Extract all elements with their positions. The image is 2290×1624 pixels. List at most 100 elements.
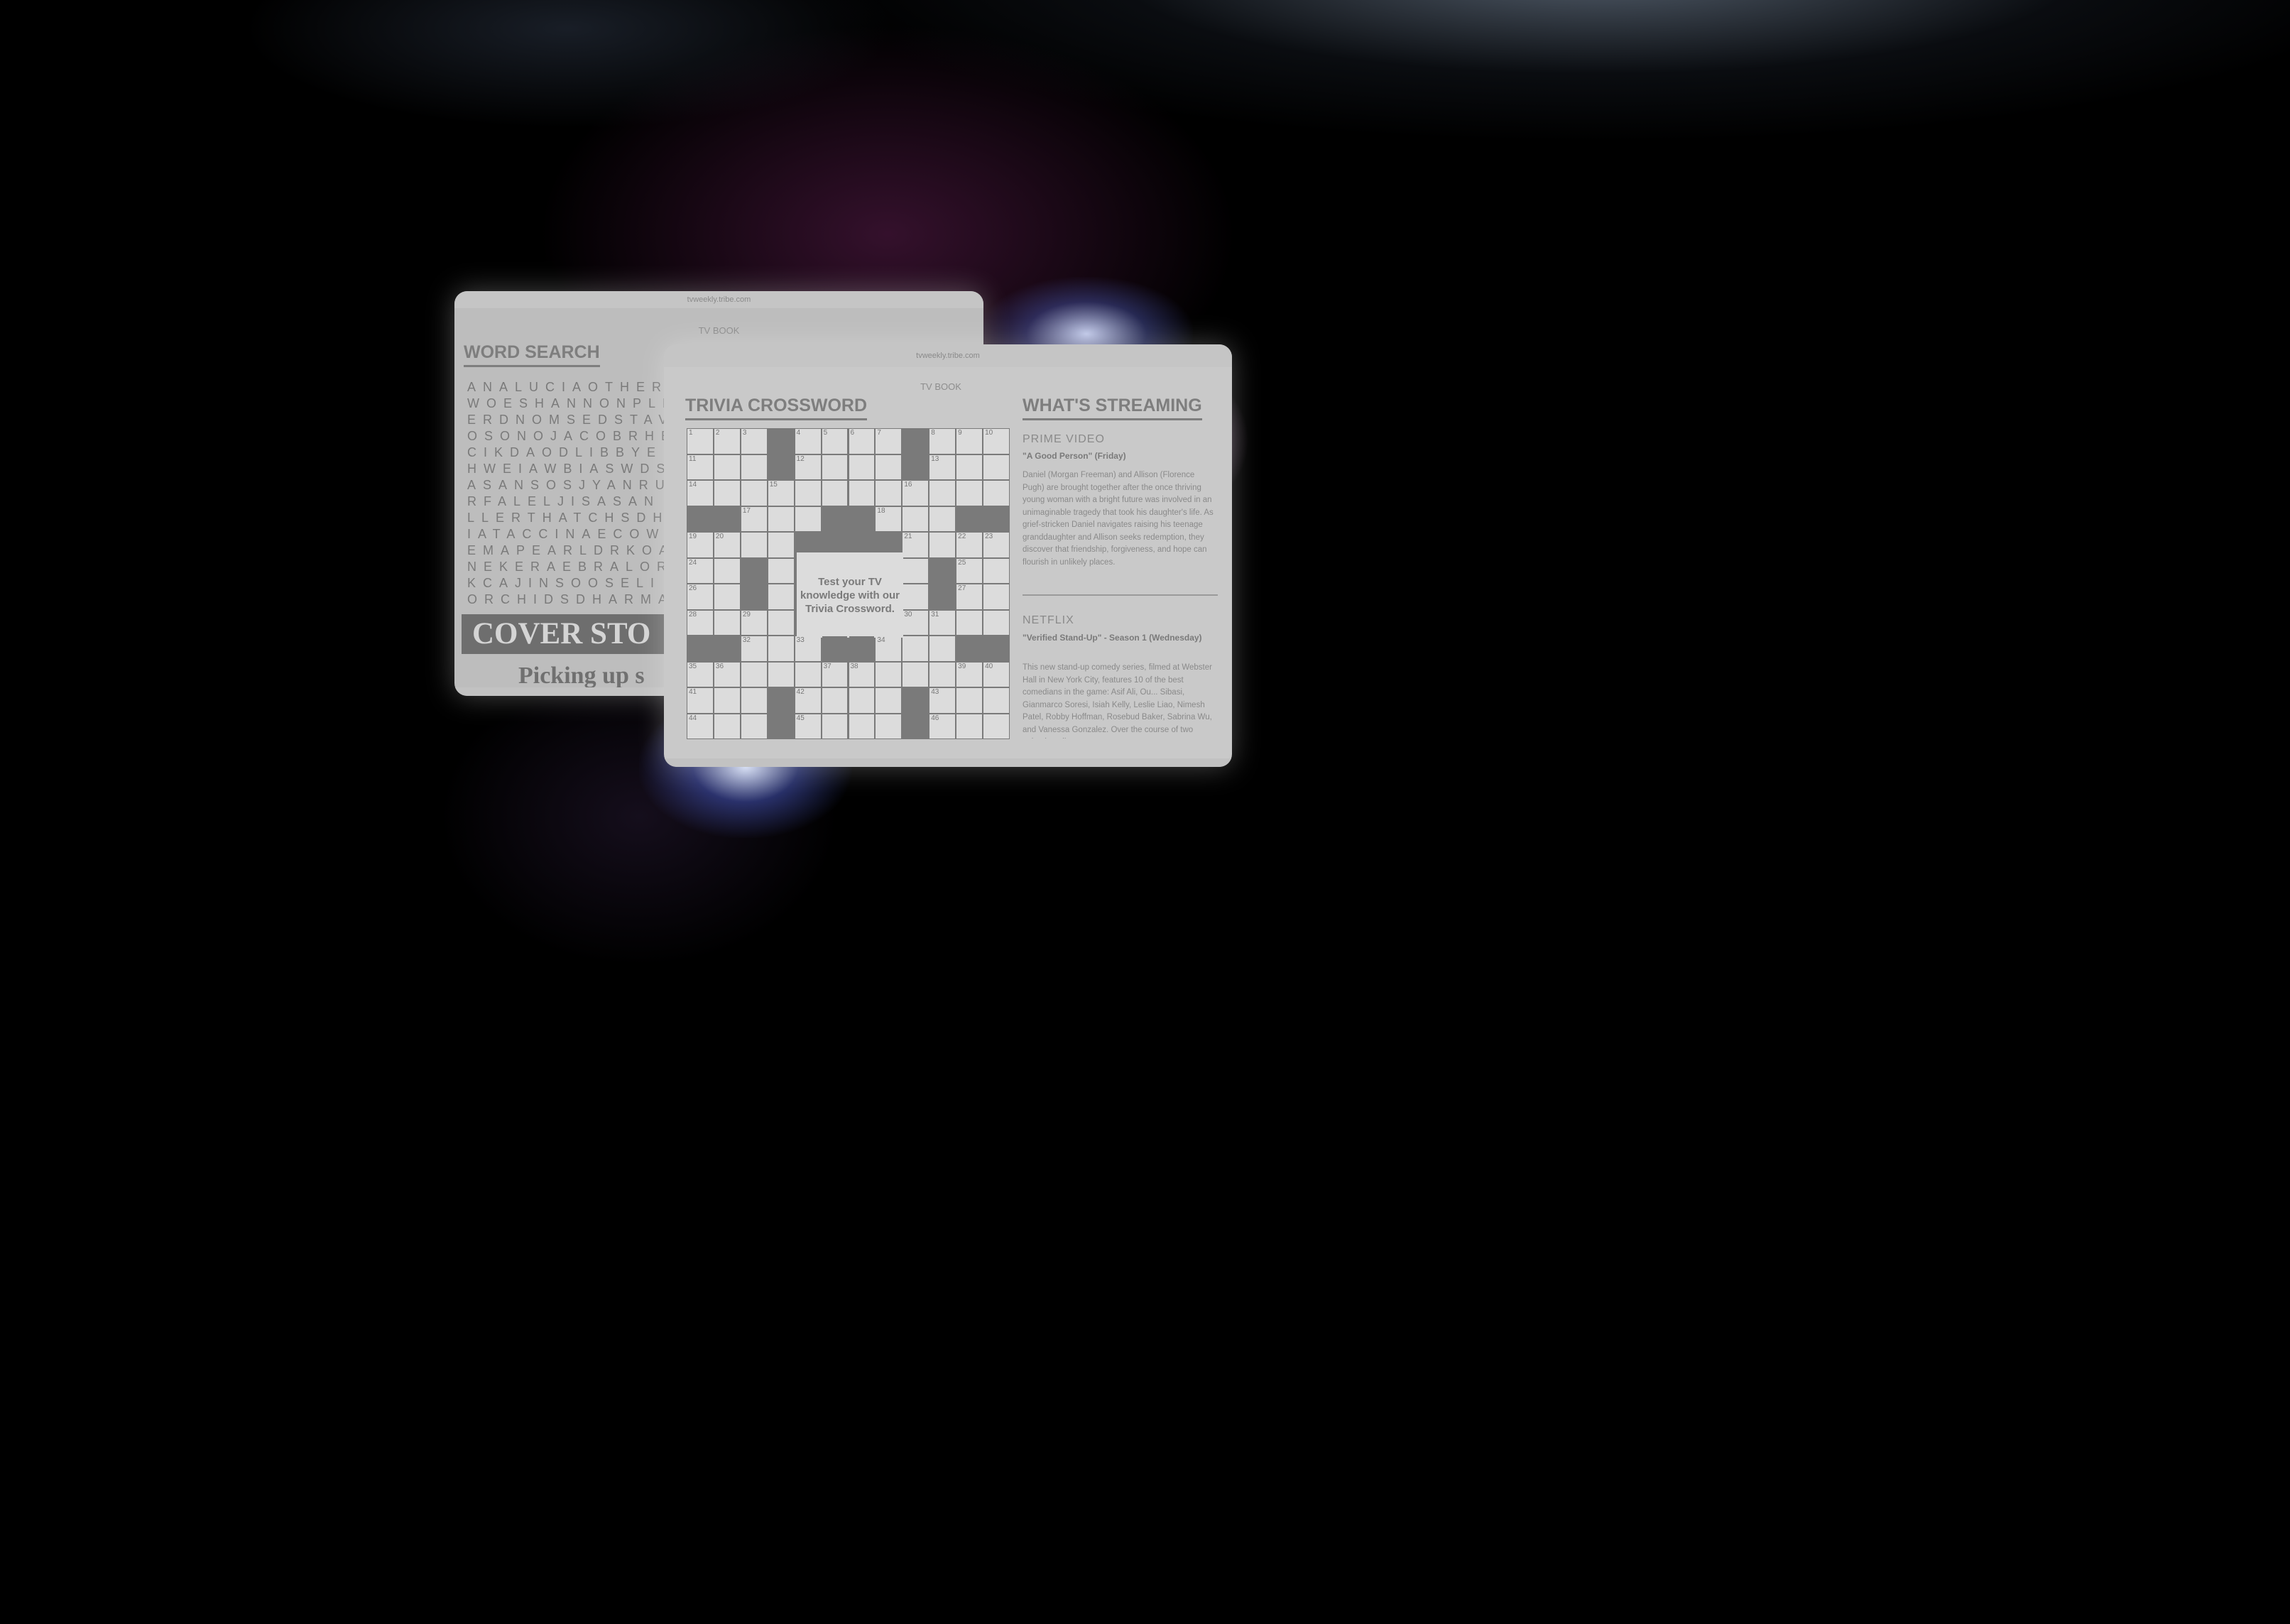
crossword-cell[interactable] [929,481,956,506]
crossword-cell[interactable] [929,662,956,687]
crossword-cell[interactable] [956,481,983,506]
crossword-cell[interactable]: 13 [929,454,956,479]
crossword-cell[interactable]: 26 [687,584,713,609]
crossword-cell[interactable] [714,584,740,609]
crossword-cell[interactable]: 42 [795,688,821,713]
crossword-cell[interactable] [929,533,956,557]
crossword-cell[interactable]: 17 [741,506,767,531]
crossword-cell[interactable] [741,454,767,479]
crossword-cell[interactable] [956,454,983,479]
crossword-cell[interactable]: 4 [795,429,821,454]
crossword-cell[interactable] [822,481,848,506]
url-bar[interactable]: tvweekly.tribe.com [454,291,983,308]
crossword-cell[interactable] [903,662,929,687]
crossword-cell[interactable] [714,454,740,479]
crossword-cell[interactable] [849,481,875,506]
crossword-cell[interactable] [795,662,821,687]
crossword-cell[interactable]: 23 [983,533,1009,557]
crossword-cell[interactable]: 22 [956,533,983,557]
crossword-cell[interactable] [741,662,767,687]
crossword-cell[interactable] [876,662,902,687]
crossword-cell[interactable] [714,688,740,713]
crossword-cell[interactable] [983,714,1009,739]
page-scrollbar[interactable] [664,758,1232,767]
crossword-cell[interactable] [822,688,848,713]
crossword-cell[interactable]: 16 [903,481,929,506]
crossword-cell[interactable] [876,481,902,506]
crossword-cell[interactable]: 38 [849,662,875,687]
crossword-cell[interactable]: 41 [687,688,713,713]
crossword-cell[interactable]: 3 [741,429,767,454]
crossword-cell[interactable] [903,506,929,531]
crossword-cell[interactable]: 21 [903,533,929,557]
crossword-cell[interactable] [714,558,740,583]
url-bar[interactable]: tvweekly.tribe.com [664,344,1232,367]
crossword-cell[interactable] [714,714,740,739]
crossword-cell[interactable]: 12 [795,454,821,479]
crossword-cell[interactable] [849,688,875,713]
crossword-cell[interactable] [795,506,821,531]
crossword-cell[interactable]: 24 [687,558,713,583]
crossword-cell[interactable] [768,506,794,531]
crossword-cell[interactable] [956,610,983,635]
crossword-cell[interactable] [741,688,767,713]
crossword-cell[interactable]: 36 [714,662,740,687]
crossword-cell[interactable] [768,610,794,635]
crossword-cell[interactable]: 19 [687,533,713,557]
crossword-cell[interactable]: 11 [687,454,713,479]
crossword-cell[interactable] [741,481,767,506]
crossword-cell[interactable] [768,558,794,583]
crossword-cell[interactable] [929,636,956,661]
crossword-cell[interactable]: 44 [687,714,713,739]
crossword-cell[interactable] [768,584,794,609]
crossword-cell[interactable] [714,481,740,506]
crossword-cell[interactable]: 25 [956,558,983,583]
crossword-cell[interactable]: 45 [795,714,821,739]
crossword-cell[interactable]: 6 [849,429,875,454]
crossword-cell[interactable]: 20 [714,533,740,557]
crossword-cell[interactable]: 14 [687,481,713,506]
crossword-cell[interactable] [983,558,1009,583]
crossword-cell[interactable]: 28 [687,610,713,635]
crossword-cell[interactable]: 18 [876,506,902,531]
crossword-cell[interactable]: 31 [929,610,956,635]
crossword-cell[interactable] [795,481,821,506]
crossword-grid[interactable]: Test your TV knowledge with our Trivia C… [687,428,1010,739]
crossword-cell[interactable] [903,558,929,583]
crossword-cell[interactable]: 30 [903,610,929,635]
crossword-cell[interactable] [956,688,983,713]
crossword-cell[interactable]: 35 [687,662,713,687]
crossword-cell[interactable] [741,533,767,557]
crossword-cell[interactable] [876,454,902,479]
crossword-cell[interactable] [822,454,848,479]
crossword-cell[interactable]: 34 [876,636,902,661]
crossword-cell[interactable]: 32 [741,636,767,661]
crossword-cell[interactable] [903,584,929,609]
crossword-cell[interactable]: 9 [956,429,983,454]
crossword-cell[interactable] [983,584,1009,609]
crossword-cell[interactable] [822,714,848,739]
crossword-cell[interactable] [768,533,794,557]
crossword-cell[interactable]: 37 [822,662,848,687]
crossword-cell[interactable]: 7 [876,429,902,454]
crossword-cell[interactable] [983,688,1009,713]
crossword-cell[interactable] [983,454,1009,479]
crossword-cell[interactable]: 15 [768,481,794,506]
crossword-cell[interactable]: 43 [929,688,956,713]
crossword-cell[interactable] [741,714,767,739]
crossword-cell[interactable]: 33 [795,636,821,661]
crossword-cell[interactable]: 2 [714,429,740,454]
crossword-cell[interactable] [983,481,1009,506]
crossword-cell[interactable] [903,636,929,661]
crossword-cell[interactable] [849,714,875,739]
crossword-cell[interactable]: 1 [687,429,713,454]
crossword-cell[interactable]: 46 [929,714,956,739]
crossword-cell[interactable] [714,610,740,635]
crossword-cell[interactable] [768,636,794,661]
crossword-cell[interactable] [768,662,794,687]
crossword-cell[interactable]: 5 [822,429,848,454]
crossword-cell[interactable] [929,506,956,531]
crossword-cell[interactable]: 40 [983,662,1009,687]
crossword-cell[interactable]: 39 [956,662,983,687]
crossword-cell[interactable] [876,714,902,739]
